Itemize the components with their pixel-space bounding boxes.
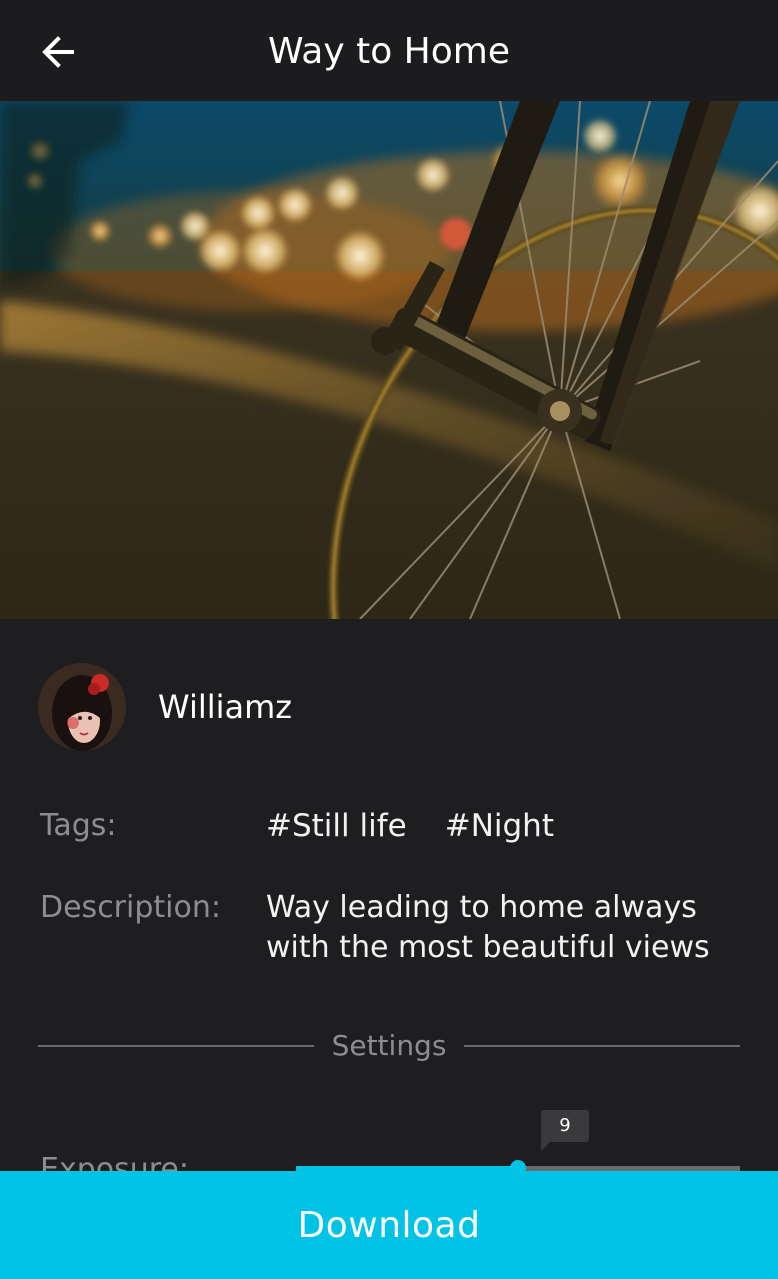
author-name[interactable]: Williamz <box>158 686 292 728</box>
slider-tooltip-tail <box>541 1141 551 1151</box>
avatar-image <box>38 663 126 751</box>
description-text: Way leading to home always with the most… <box>266 890 710 965</box>
description-label: Description: <box>40 890 221 925</box>
photo-detail-screen: Way to Home Williamz Tags: #Still life #… <box>0 0 778 1279</box>
hero-photo[interactable] <box>0 101 778 619</box>
download-button[interactable]: Download <box>0 1171 778 1279</box>
slider-value-tooltip: 9 <box>541 1110 589 1142</box>
tag-list: #Still life #Night <box>266 806 554 846</box>
bicycle-night-photo <box>0 101 778 619</box>
download-button-label: Download <box>297 1204 481 1246</box>
page-title: Way to Home <box>268 31 510 72</box>
tag-chip[interactable]: #Still life <box>266 806 407 846</box>
tags-label: Tags: <box>40 808 117 843</box>
app-bar: Way to Home <box>0 0 778 101</box>
author-avatar[interactable] <box>38 663 126 751</box>
tag-chip[interactable]: #Night <box>445 806 554 846</box>
divider-right <box>464 1045 740 1047</box>
